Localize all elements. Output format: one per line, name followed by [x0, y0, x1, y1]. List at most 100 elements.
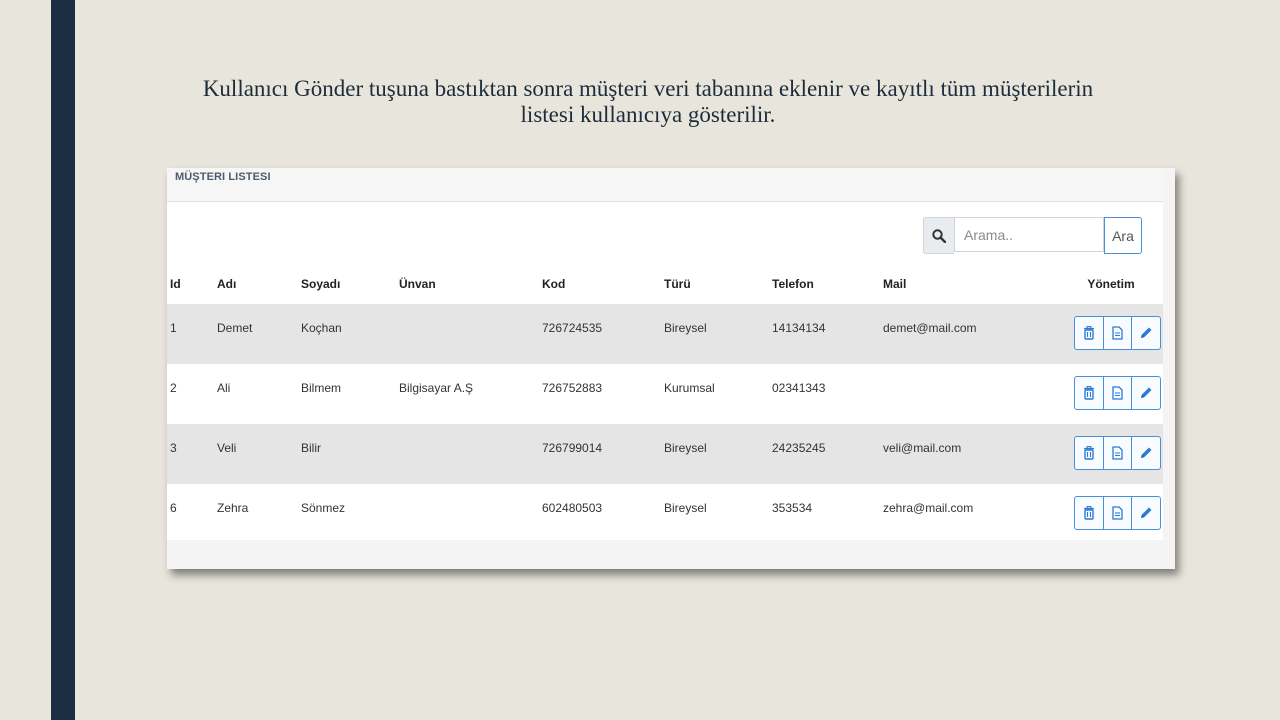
cell-kod: 726752883: [542, 364, 664, 424]
customer-table: Id Adı Soyadı Ünvan Kod Türü Telefon Mai…: [167, 264, 1163, 544]
cell-id-text: 1: [170, 321, 177, 335]
details-button[interactable]: [1104, 497, 1133, 529]
col-header-yonetim: Yönetim: [1087, 277, 1135, 291]
document-icon: [1112, 446, 1123, 460]
document-icon: [1112, 386, 1123, 400]
delete-button[interactable]: [1075, 317, 1104, 349]
cell-turu: Kurumsal: [664, 364, 772, 424]
search-input[interactable]: [954, 217, 1104, 252]
slide-side-bar: [51, 0, 75, 720]
cell-turu: Bireysel: [664, 304, 772, 364]
cell-telefon-text: 353534: [772, 501, 813, 515]
delete-button[interactable]: [1075, 497, 1104, 529]
details-button[interactable]: [1104, 377, 1133, 409]
cell-id-text: 3: [170, 441, 177, 455]
col-header-soyad: Soyadı: [301, 277, 341, 291]
cell-kod-text: 726752883: [542, 381, 603, 395]
cell-id-text: 6: [170, 501, 177, 515]
cell-soyad: Sönmez: [301, 484, 399, 544]
row-action-group: [1074, 316, 1161, 350]
cell-ad: Ali: [217, 364, 301, 424]
cell-mail: veli@mail.com: [883, 424, 1059, 484]
cell-ad: Zehra: [217, 484, 301, 544]
cell-telefon: 02341343: [772, 364, 883, 424]
cell-id: 2: [167, 364, 217, 424]
col-header-kod: Kod: [542, 277, 566, 291]
pencil-icon: [1139, 386, 1153, 400]
edit-button[interactable]: [1132, 377, 1160, 409]
cell-telefon: 14134134: [772, 304, 883, 364]
document-icon: [1112, 326, 1123, 340]
cell-yonetim: [1059, 424, 1163, 484]
row-action-group: [1074, 496, 1161, 530]
cell-turu-text: Bireysel: [664, 501, 707, 515]
cell-kod-text: 726724535: [542, 321, 603, 335]
panel-body: Ara Id Adı Soyadı Ünvan Kod Türü Telefon…: [167, 202, 1163, 540]
search-button[interactable]: Ara: [1104, 217, 1142, 254]
cell-id: 6: [167, 484, 217, 544]
cell-turu-text: Bireysel: [664, 441, 707, 455]
cell-turu: Bireysel: [664, 484, 772, 544]
cell-soyad: Bilmem: [301, 364, 399, 424]
cell-yonetim: [1059, 364, 1163, 424]
trash-icon: [1083, 446, 1095, 460]
trash-icon: [1083, 506, 1095, 520]
edit-button[interactable]: [1132, 317, 1160, 349]
cell-telefon-text: 02341343: [772, 381, 826, 395]
cell-yonetim: [1059, 484, 1163, 544]
cell-kod: 726799014: [542, 424, 664, 484]
cell-ad: Demet: [217, 304, 301, 364]
details-button[interactable]: [1104, 317, 1133, 349]
cell-soyad: Koçhan: [301, 304, 399, 364]
trash-icon: [1083, 326, 1095, 340]
table-row: 2 Ali Bilmem Bilgisayar A.Ş 726752883 Kurumsa…: [167, 364, 1163, 424]
slide-caption: Kullanıcı Gönder tuşuna bastıktan sonra …: [170, 76, 1126, 128]
cell-soyad-text: Bilmem: [301, 381, 342, 395]
cell-mail: [883, 364, 1059, 424]
cell-ad-text: Demet: [217, 321, 253, 335]
table-row: 3 Veli Bilir 726799014 Bireysel 24235245 veli@…: [167, 424, 1163, 484]
row-action-group: [1074, 376, 1161, 410]
cell-id: 1: [167, 304, 217, 364]
cell-unvan-text: Bilgisayar A.Ş: [399, 381, 474, 395]
cell-ad: Veli: [217, 424, 301, 484]
cell-soyad-text: Koçhan: [301, 321, 342, 335]
caption-line-1: Kullanıcı Gönder tuşuna bastıktan sonra …: [202, 76, 1094, 101]
cell-mail-text: veli@mail.com: [883, 441, 962, 455]
search-group: Ara: [923, 217, 1142, 254]
table-row: 1 Demet Koçhan 726724535 Bireysel 14134134 dem…: [167, 304, 1163, 364]
cell-kod-text: 726799014: [542, 441, 603, 455]
document-icon: [1112, 506, 1123, 520]
cell-unvan-text: [399, 484, 542, 501]
edit-button[interactable]: [1132, 437, 1160, 469]
cell-ad-text: Ali: [217, 381, 231, 395]
cell-yonetim: [1059, 304, 1163, 364]
delete-button[interactable]: [1075, 437, 1104, 469]
cell-turu-text: Kurumsal: [664, 381, 715, 395]
trash-icon: [1083, 386, 1095, 400]
cell-telefon-text: 14134134: [772, 321, 826, 335]
row-action-group: [1074, 436, 1161, 470]
customer-list-screenshot: MÜŞTERI LISTESI Ara Id Adı Soyadı Ünvan …: [167, 168, 1175, 569]
col-header-unvan: Ünvan: [399, 277, 436, 291]
cell-telefon: 353534: [772, 484, 883, 544]
panel-title: MÜŞTERI LISTESI: [175, 171, 271, 183]
cell-unvan: [399, 424, 542, 484]
details-button[interactable]: [1104, 437, 1133, 469]
cell-mail: demet@mail.com: [883, 304, 1059, 364]
cell-mail-text: demet@mail.com: [883, 321, 977, 335]
cell-mail-text: zehra@mail.com: [883, 501, 974, 515]
cell-ad-text: Veli: [217, 441, 237, 455]
edit-button[interactable]: [1132, 497, 1160, 529]
col-header-turu: Türü: [664, 277, 691, 291]
delete-button[interactable]: [1075, 377, 1104, 409]
caption-line-2: listesi kullanıcıya gösterilir.: [520, 102, 776, 127]
panel-header: MÜŞTERI LISTESI: [167, 168, 1163, 202]
cell-turu: Bireysel: [664, 424, 772, 484]
pencil-icon: [1139, 326, 1153, 340]
cell-soyad: Bilir: [301, 424, 399, 484]
cell-turu-text: Bireysel: [664, 321, 707, 335]
cell-unvan-text: [399, 424, 542, 441]
cell-unvan: [399, 304, 542, 364]
cell-kod: 726724535: [542, 304, 664, 364]
